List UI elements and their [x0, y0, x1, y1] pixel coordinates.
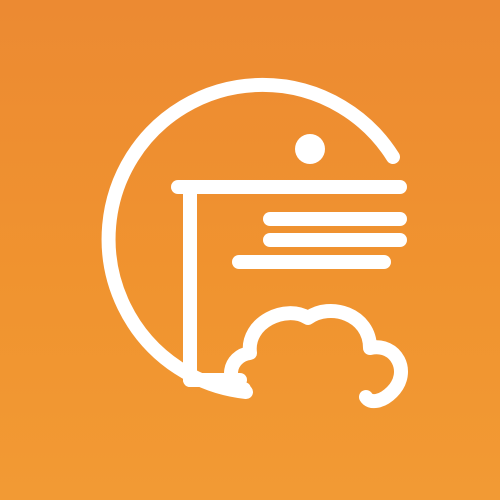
roof-dot	[295, 134, 325, 164]
logo-mark-icon	[101, 77, 408, 409]
cloud-shape	[224, 304, 408, 409]
app-icon-tile	[0, 0, 500, 500]
